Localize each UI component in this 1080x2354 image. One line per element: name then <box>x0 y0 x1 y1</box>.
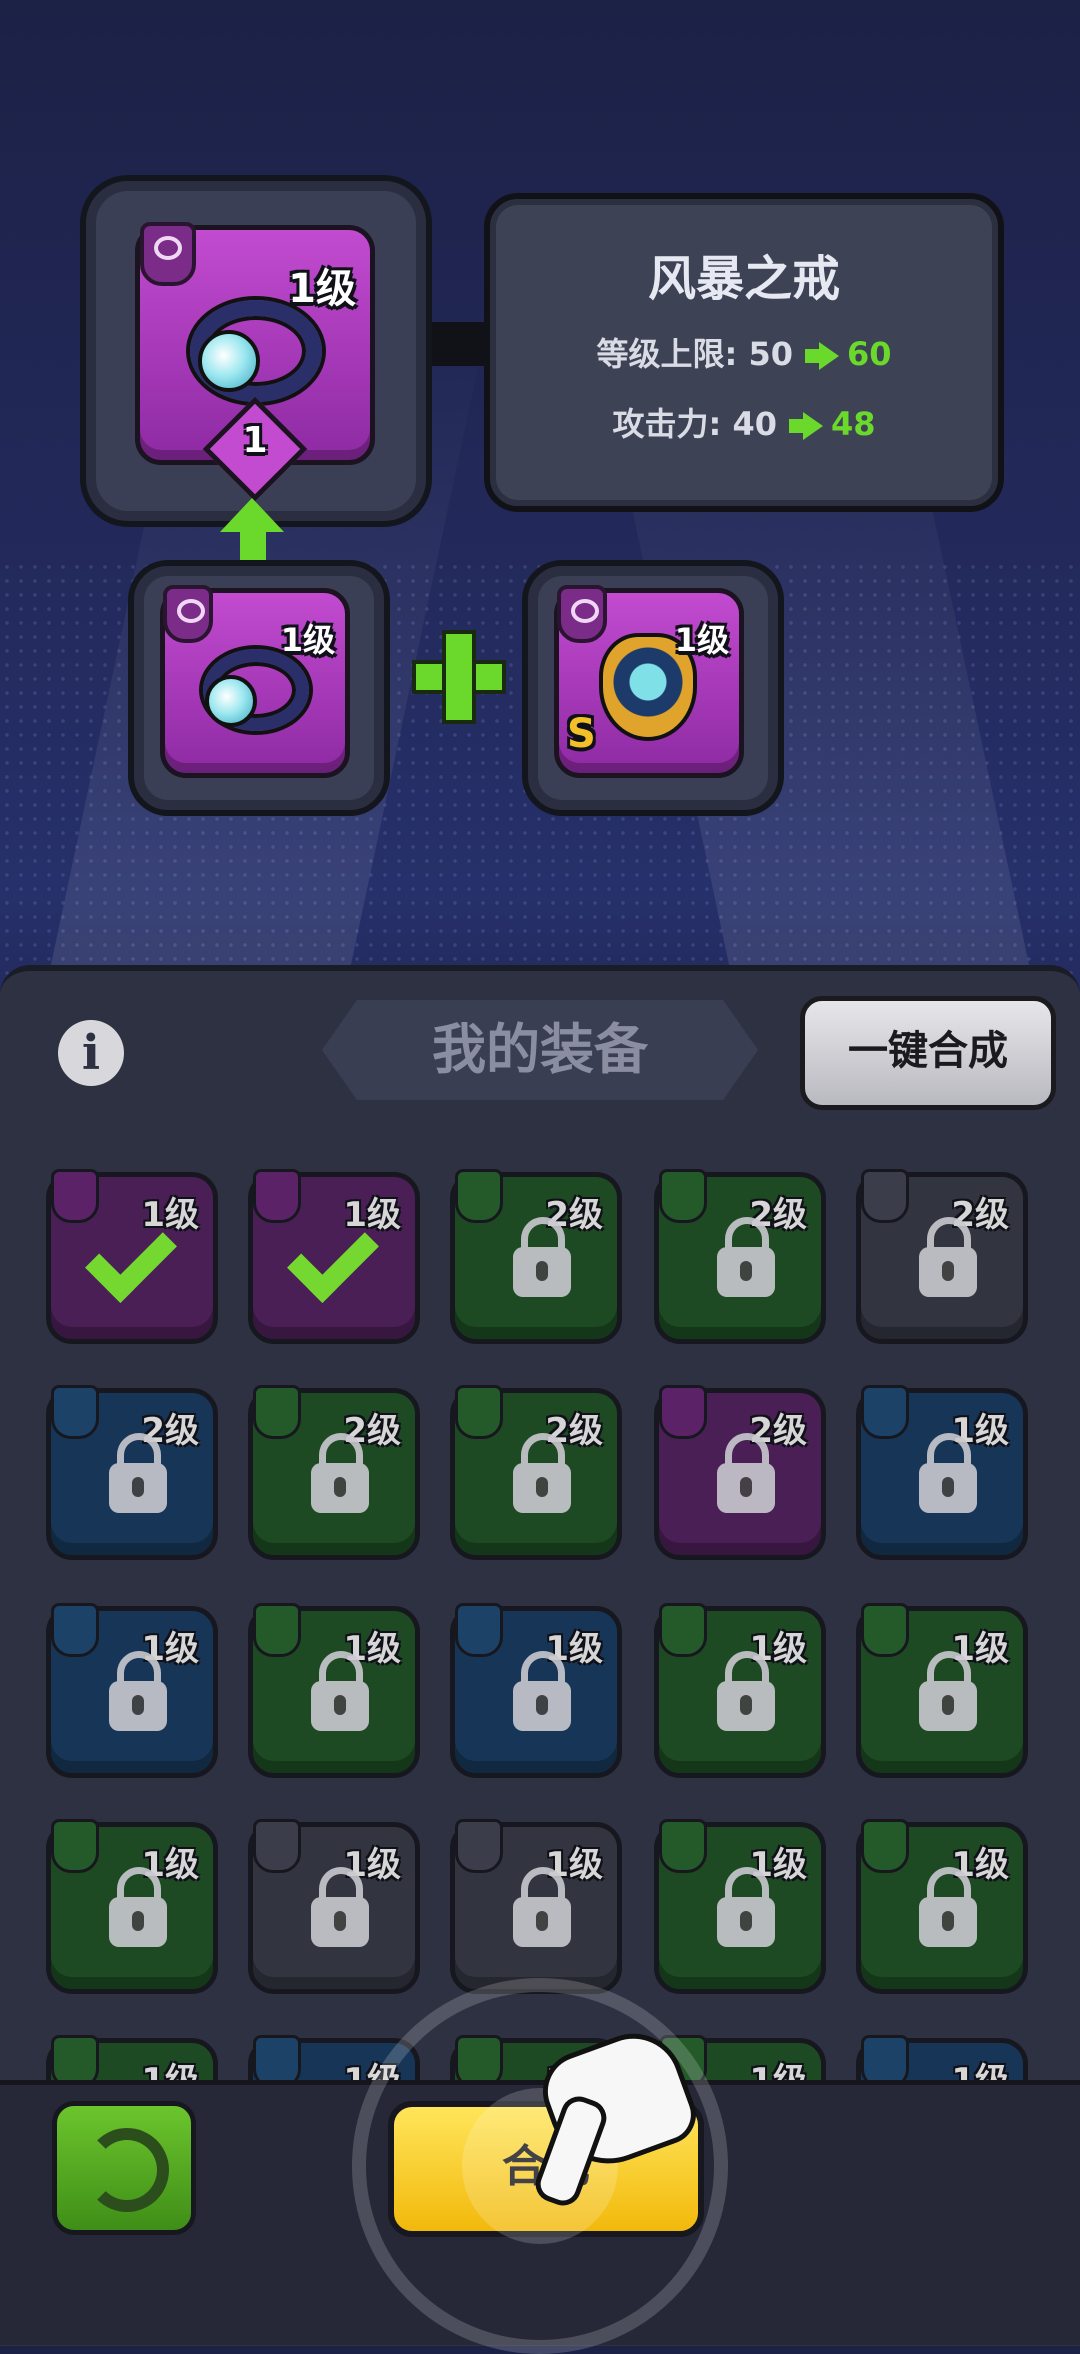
rarity-shield-icon <box>659 1169 707 1223</box>
lock-icon <box>109 1867 167 1947</box>
attack-to: 48 <box>830 405 876 443</box>
inventory-item[interactable]: 2级 <box>450 1169 622 1344</box>
inventory-item[interactable]: 2级 <box>450 1385 622 1560</box>
lock-icon <box>513 1433 571 1513</box>
lock-icon <box>311 1651 369 1731</box>
inventory-item[interactable]: 1级 <box>450 1603 622 1778</box>
level-cap-label: 等级上限: <box>596 335 738 373</box>
plus-icon-vertical <box>442 630 476 724</box>
lock-icon <box>109 1651 167 1731</box>
rarity-shield-icon <box>253 1169 301 1223</box>
inventory-item[interactable]: 1级 <box>46 1603 218 1778</box>
merge-all-button[interactable]: 一键合成 <box>800 996 1056 1110</box>
back-button[interactable] <box>52 2101 196 2235</box>
rarity-shield-icon <box>861 1169 909 1223</box>
ingredient-item-2[interactable]: S 1级 <box>554 585 744 778</box>
inventory-item[interactable]: 2级 <box>248 1385 420 1560</box>
rarity-shield-icon <box>163 585 213 643</box>
arrow-right-icon <box>804 342 839 370</box>
inventory-item[interactable]: 1级 <box>248 1603 420 1778</box>
inventory-item[interactable]: 1级 <box>248 1169 420 1344</box>
lock-icon <box>919 1867 977 1947</box>
level-cap-to: 60 <box>846 335 892 373</box>
return-arrow-icon <box>85 2128 169 2212</box>
lock-icon <box>717 1867 775 1947</box>
inventory-item[interactable]: 1级 <box>654 1819 826 1994</box>
rarity-shield-icon <box>659 1603 707 1657</box>
item-level: 1级 <box>280 621 335 659</box>
rarity-shield-icon <box>861 1603 909 1657</box>
rarity-shield-icon <box>253 1603 301 1657</box>
rarity-shield-icon <box>659 1819 707 1873</box>
rarity-shield-icon <box>455 1603 503 1657</box>
rarity-shield-icon <box>51 1169 99 1223</box>
rarity-shield-icon <box>51 1385 99 1439</box>
lock-icon <box>513 1651 571 1731</box>
rarity-shield-icon <box>253 1385 301 1439</box>
lock-icon <box>311 1867 369 1947</box>
inventory-grid: 1级 1级 2级 2级 2级 2级 2级 2级 2级 1级 1级 1级 1级 1级 1级 1级 1级 1级 1级 1级… <box>0 1130 1080 2090</box>
rarity-shield-icon <box>140 222 196 286</box>
inventory-item[interactable]: 1级 <box>450 1819 622 1994</box>
rarity-shield-icon <box>51 1819 99 1873</box>
gem-icon <box>205 675 257 727</box>
lock-icon <box>513 1217 571 1297</box>
level-cap-from: 50 <box>748 335 793 373</box>
inventory-item[interactable]: 1级 <box>46 1819 218 1994</box>
rarity-shield-icon <box>861 1385 909 1439</box>
rarity-shield-icon <box>659 1385 707 1439</box>
lock-icon <box>717 1433 775 1513</box>
up-arrow-icon <box>220 498 284 532</box>
rarity-shield-icon <box>455 1819 503 1873</box>
lock-icon <box>513 1867 571 1947</box>
arrow-right-icon <box>788 412 823 440</box>
inventory-item[interactable]: 2级 <box>654 1169 826 1344</box>
item-name: 风暴之戒 <box>647 251 840 307</box>
inventory-item[interactable]: 2级 <box>46 1385 218 1560</box>
ingredient-item-1[interactable]: 1级 <box>160 585 350 778</box>
inventory-item[interactable]: 1级 <box>46 1169 218 1344</box>
lock-icon <box>717 1651 775 1731</box>
inventory-item[interactable]: 1级 <box>856 1819 1028 1994</box>
item-level: 1级 <box>288 266 356 312</box>
s-rank-letter: S <box>567 711 596 757</box>
rarity-shield-icon <box>51 1603 99 1657</box>
item-info-panel: 风暴之戒 等级上限: 50 60 攻击力: 40 48 <box>484 193 1004 512</box>
rarity-shield-icon <box>455 1385 503 1439</box>
lock-icon <box>109 1433 167 1513</box>
attack-stat: 攻击力: 40 48 <box>490 399 998 445</box>
rarity-shield-icon <box>861 1819 909 1873</box>
info-button[interactable]: i <box>58 1020 124 1086</box>
lock-icon <box>311 1433 369 1513</box>
lock-icon <box>919 1651 977 1731</box>
rarity-shield-icon <box>455 1169 503 1223</box>
panel-title: 我的装备 <box>432 1018 648 1081</box>
inventory-item[interactable]: 1级 <box>654 1603 826 1778</box>
rarity-shield-icon <box>557 585 607 643</box>
inventory-item[interactable]: 1级 <box>248 1819 420 1994</box>
inventory-item[interactable]: 1级 <box>856 1603 1028 1778</box>
inventory-item[interactable]: 1级 <box>856 1385 1028 1560</box>
item-level: 1级 <box>674 621 729 659</box>
rarity-shield-icon <box>253 1819 301 1873</box>
attack-from: 40 <box>732 405 777 443</box>
inventory-item[interactable]: 2级 <box>856 1169 1028 1344</box>
lock-icon <box>919 1433 977 1513</box>
lock-icon <box>717 1217 775 1297</box>
lock-icon <box>919 1217 977 1297</box>
inventory-item[interactable]: 2级 <box>654 1385 826 1560</box>
attack-label: 攻击力: <box>612 405 722 443</box>
level-cap-stat: 等级上限: 50 60 <box>490 329 998 375</box>
gem-icon <box>198 330 260 392</box>
merge-count: 1 <box>242 420 268 461</box>
